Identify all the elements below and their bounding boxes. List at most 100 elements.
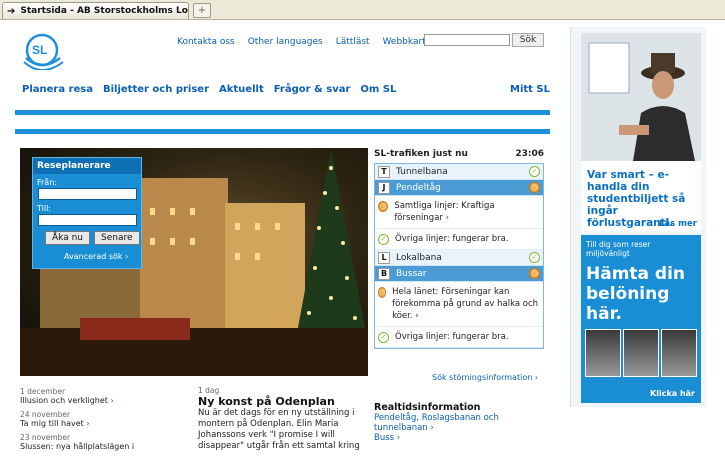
search-button[interactable]: Sök: [512, 33, 544, 47]
trip-planner: Reseplanerare Från: Till: Åka nu Senare …: [32, 157, 142, 269]
nav-current[interactable]: Aktuellt: [219, 84, 264, 95]
traffic-row-commuter[interactable]: J Pendeltåg ◷: [375, 180, 543, 196]
warning-clock-icon: ◷: [529, 268, 540, 279]
ok-icon: ✓: [378, 234, 389, 245]
link-label: Sök störningsinformation: [432, 373, 533, 382]
ad2-headline: Hämta din belöning här.: [586, 264, 686, 324]
reward-ad[interactable]: Till dig som reser miljövänligt Hämta di…: [581, 235, 701, 403]
search-input[interactable]: [424, 34, 510, 46]
traffic-time: 23:06: [515, 149, 544, 159]
arrow-icon[interactable]: ›: [446, 213, 449, 223]
ad-photo: [581, 33, 701, 161]
arrow-icon: ➔: [7, 5, 16, 17]
divider-bar: [15, 110, 550, 115]
ad2-faces: [585, 329, 697, 377]
nav-my-sl[interactable]: Mitt SL: [510, 84, 550, 95]
read-more-link[interactable]: Läs mer: [659, 219, 697, 229]
browser-tab-bar: ➔ Startsida - AB Storstockholms Lokal...…: [0, 0, 725, 20]
traffic-message: ✓ Övriga linjer: fungerar bra.: [375, 327, 543, 348]
nav-about[interactable]: Om SL: [360, 84, 396, 95]
news-date: 23 november: [20, 433, 71, 442]
nav-tickets[interactable]: Biljetter och priser: [103, 84, 209, 95]
planner-title: Reseplanerare: [33, 158, 141, 174]
bus-icon: B: [378, 267, 390, 280]
traffic-message: ◷ Hela länet: Förseningar kan förekomma …: [375, 282, 543, 327]
traffic-message: ✓ Övriga linjer: fungerar bra.: [375, 229, 543, 250]
nav-plan-trip[interactable]: Planera resa: [22, 84, 93, 95]
warning-clock-icon: ◷: [378, 287, 387, 298]
new-tab-button[interactable]: +: [193, 3, 211, 18]
sl-logo[interactable]: SL: [20, 30, 68, 70]
realtime-link-rail[interactable]: Pendeltåg, Roslagsbanan och tunnelbanan …: [374, 413, 499, 433]
feature-date: 1 dag: [198, 386, 220, 395]
disruption-search-link[interactable]: Sök störningsinformation ›: [432, 373, 538, 382]
feature-body: Nu är det dags för en ny utställning i m…: [198, 408, 360, 451]
metro-icon: T: [378, 165, 390, 178]
arrow-icon: ›: [86, 419, 90, 428]
light-rail-icon: L: [378, 251, 390, 264]
traffic-row-bus[interactable]: B Bussar ◷: [375, 266, 543, 282]
realtime-link-bus[interactable]: Buss ›: [374, 433, 400, 443]
news-date: 1 december: [20, 387, 66, 396]
feature-title[interactable]: Ny konst på Odenplan: [198, 395, 365, 408]
from-label: Från:: [37, 178, 57, 187]
ad2-small-text: Till dig som reser miljövänligt: [586, 240, 651, 258]
traffic-message: ◷ Samtliga linjer: Kraftiga förseningar …: [375, 196, 543, 229]
ad-column: Var smart – e-handla din studentbiljett …: [570, 27, 706, 407]
christmas-tree-icon: [297, 150, 366, 333]
face-image: [585, 329, 621, 377]
message-text: Hela länet: Förseningar kan förekomma på…: [392, 287, 539, 321]
student-ticket-ad[interactable]: Var smart – e-handla din studentbiljett …: [581, 33, 701, 231]
top-links: Kontakta oss Other languages Lättläst We…: [177, 37, 431, 47]
divider-bar: [15, 129, 550, 134]
traffic-title: SL-trafiken just nu: [374, 149, 468, 159]
nav-faq[interactable]: Frågor & svar: [274, 84, 351, 95]
row-label: Bussar: [396, 268, 427, 279]
link-label: Pendeltåg, Roslagsbanan och tunnelbanan: [374, 413, 499, 433]
news-title: Illusion och verklighet: [20, 396, 108, 405]
face-image: [661, 329, 697, 377]
news-item[interactable]: 1 december Illusion och verklighet ›: [20, 387, 188, 405]
warning-clock-icon: ◷: [378, 201, 389, 212]
row-label: Lokalbana: [396, 252, 442, 263]
traffic-row-metro[interactable]: T Tunnelbana ✓: [375, 164, 543, 180]
message-text: Samtliga linjer: Kraftiga förseningar: [394, 201, 495, 223]
link-label: Buss: [374, 433, 395, 443]
from-field[interactable]: [38, 188, 137, 200]
traffic-row-light-rail[interactable]: L Lokalbana ✓: [375, 250, 543, 266]
to-label: Till:: [37, 204, 52, 213]
main-nav: Planera resa Biljetter och priser Aktuel…: [22, 84, 396, 95]
link-easy-read[interactable]: Lättläst: [336, 37, 370, 47]
arrow-icon[interactable]: ›: [415, 311, 418, 321]
advanced-search-link[interactable]: Avancerad sök ›: [64, 252, 141, 261]
link-languages[interactable]: Other languages: [248, 37, 323, 47]
news-item[interactable]: 24 november Ta mig till havet ›: [20, 410, 188, 428]
ok-icon: ✓: [529, 252, 540, 263]
ok-icon: ✓: [529, 166, 540, 177]
travel-now-button[interactable]: Åka nu: [45, 231, 90, 245]
click-here-link[interactable]: Klicka här: [650, 389, 695, 398]
tab-title: Startsida - AB Storstockholms Lokal...: [20, 6, 188, 16]
news-title: Slussen: nya hållplatslägen i: [20, 442, 135, 451]
message-text: Övriga linjer: fungerar bra.: [395, 332, 509, 342]
news-title: Ta mig till havet: [20, 419, 84, 428]
feature-article: 1 dag Ny konst på Odenplan Nu är det dag…: [198, 386, 365, 452]
realtime-title: Realtidsinformation: [374, 402, 481, 413]
warning-clock-icon: ◷: [529, 182, 540, 193]
logo-text: SL: [32, 43, 47, 57]
news-item[interactable]: 23 november Slussen: nya hållplatslägen …: [20, 433, 188, 451]
row-label: Tunnelbana: [396, 166, 448, 177]
link-contact[interactable]: Kontakta oss: [177, 37, 235, 47]
browser-tab[interactable]: ➔ Startsida - AB Storstockholms Lokal...: [2, 2, 189, 19]
man-with-hat-image: [581, 33, 701, 161]
message-text: Övriga linjer: fungerar bra.: [395, 234, 509, 244]
traffic-panel: SL-trafiken just nu 23:06 T Tunnelbana ✓…: [374, 149, 544, 349]
advanced-search-label: Avancerad sök: [64, 252, 123, 261]
commuter-train-icon: J: [378, 181, 390, 194]
arrow-icon: ›: [110, 396, 114, 405]
to-field[interactable]: [38, 214, 137, 226]
travel-later-button[interactable]: Senare: [94, 231, 140, 245]
ok-icon: ✓: [378, 332, 389, 343]
face-image: [623, 329, 659, 377]
realtime-info: Realtidsinformation Pendeltåg, Roslagsba…: [374, 402, 544, 443]
